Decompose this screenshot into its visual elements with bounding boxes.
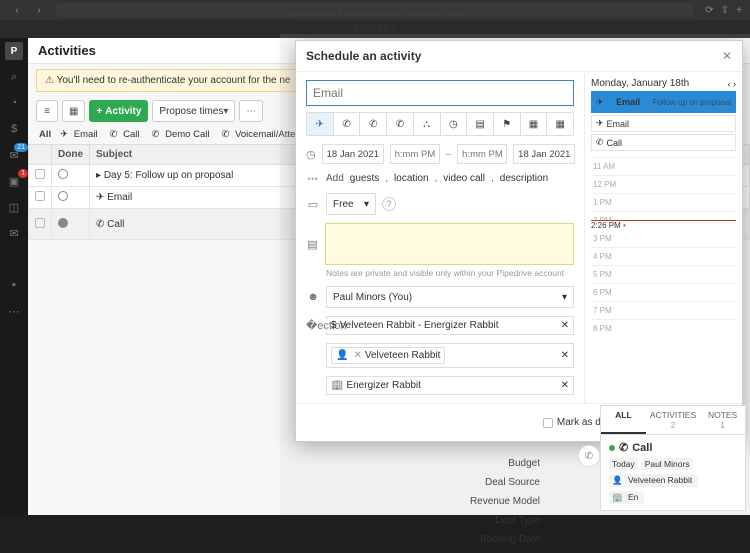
- stats-icon[interactable]: ▪: [5, 276, 23, 294]
- done-toggle[interactable]: [58, 218, 68, 228]
- remove-icon[interactable]: ✕: [561, 350, 569, 361]
- more-icon[interactable]: ⋯: [5, 302, 23, 320]
- prev-day[interactable]: ‹: [727, 79, 730, 89]
- more-button[interactable]: ⋯: [239, 100, 263, 122]
- more-icon[interactable]: ⋯: [306, 172, 320, 185]
- checkbox[interactable]: [35, 191, 45, 201]
- calendar-icon[interactable]: ▣1: [5, 172, 23, 190]
- tab-all[interactable]: ALL: [601, 406, 646, 434]
- doc-icon: ▦: [547, 113, 573, 135]
- type-picker[interactable]: ✈✆✆✆⛬◷▤⚑▦▦: [306, 112, 574, 136]
- filter-email[interactable]: ✈ Email: [57, 128, 103, 141]
- schedule-activity-modal: Schedule an activity ✕ ✈✆✆✆⛬◷▤⚑▦▦ ◷ – ⋯ …: [295, 40, 743, 442]
- availability-icon: ▭: [306, 198, 320, 211]
- start-time[interactable]: [390, 144, 440, 164]
- notes-icon: ▤: [306, 238, 319, 251]
- add-description[interactable]: description: [500, 173, 548, 184]
- filter-all[interactable]: All: [36, 128, 54, 141]
- clock-icon: ◷: [441, 113, 468, 135]
- busy-select[interactable]: Free▾: [326, 193, 376, 215]
- mail-icon[interactable]: ✉: [5, 224, 23, 242]
- activity-button[interactable]: Activity: [89, 100, 148, 122]
- phone-icon: ✆: [387, 113, 414, 135]
- link-icon: �ection: [306, 319, 320, 332]
- clipboard-icon: ▤: [467, 113, 494, 135]
- mini-event[interactable]: ✈Email: [591, 115, 736, 132]
- detail-title: ✆ Call: [609, 441, 737, 454]
- browser-tab[interactable]: Activities: [353, 24, 397, 35]
- linked-person[interactable]: 👤 ✕ Velveteen Rabbit ✕: [326, 343, 574, 368]
- checkbox[interactable]: [35, 169, 45, 179]
- linked-deal[interactable]: $Velveteen Rabbit - Energizer Rabbit ✕: [326, 316, 574, 335]
- add-video[interactable]: video call: [443, 173, 485, 184]
- activity-detail-panel: ALL ACTIVITIES 2 NOTES 1 ✆ Call Today Pa…: [600, 405, 746, 511]
- share-icon[interactable]: ⇪: [721, 5, 729, 16]
- mini-event[interactable]: ✈EmailFollow up on proposal: [591, 91, 736, 113]
- subject-input[interactable]: [306, 80, 574, 106]
- notes-input[interactable]: [325, 223, 574, 265]
- help-icon[interactable]: ?: [382, 197, 396, 211]
- back-icon[interactable]: ‹: [8, 3, 26, 17]
- add-icon[interactable]: +: [736, 5, 742, 16]
- search-icon[interactable]: ⌕: [5, 68, 23, 86]
- done-toggle[interactable]: [58, 169, 68, 179]
- phone-icon: ✆: [334, 113, 361, 135]
- propose-button[interactable]: Propose times ▾: [152, 100, 235, 122]
- now-line: 2:26 PM •: [591, 220, 736, 230]
- person-icon: ☻: [306, 291, 320, 303]
- phone-icon: ✆: [360, 113, 387, 135]
- remove-icon[interactable]: ✕: [561, 320, 569, 331]
- logo[interactable]: P: [5, 42, 23, 60]
- send-icon: ✈: [307, 113, 334, 135]
- end-time[interactable]: [457, 144, 507, 164]
- end-date[interactable]: [513, 144, 575, 164]
- done-toggle[interactable]: [58, 191, 68, 201]
- mini-timeline: 11 AM 12 PM 1 PM 2 PM 2:26 PM • 3 PM 4 P…: [591, 157, 736, 337]
- filter-demo[interactable]: ✆ Demo Call: [149, 128, 216, 141]
- notes-hint: Notes are private and visible only withi…: [326, 268, 574, 278]
- contacts-icon[interactable]: ◫: [5, 198, 23, 216]
- add-location[interactable]: location: [394, 173, 428, 184]
- people-icon: ⛬: [414, 113, 441, 135]
- linked-org[interactable]: 🏢 Energizer Rabbit ✕: [326, 376, 574, 395]
- filter-call[interactable]: ✆ Call: [107, 128, 146, 141]
- list-view-button[interactable]: ≡: [36, 100, 58, 122]
- bell-icon[interactable]: ◔: [5, 94, 23, 112]
- tab-activities[interactable]: ACTIVITIES 2: [646, 406, 700, 434]
- add-guests[interactable]: guests: [350, 173, 379, 184]
- fwd-icon[interactable]: ›: [30, 3, 48, 17]
- clock-icon: ◷: [306, 148, 316, 161]
- next-day[interactable]: ›: [733, 79, 736, 89]
- mini-event[interactable]: ✆Call: [591, 134, 736, 151]
- start-date[interactable]: [322, 144, 384, 164]
- cal-view-button[interactable]: ▦: [62, 100, 85, 122]
- url-bar: partnerdemo-paulminorscom.pipedrive.com: [56, 3, 693, 17]
- inbox-icon[interactable]: ✉21: [5, 146, 23, 164]
- doc-icon: ▦: [521, 113, 548, 135]
- tab-notes[interactable]: NOTES 1: [700, 406, 745, 434]
- dollar-icon[interactable]: $: [5, 120, 23, 138]
- close-icon[interactable]: ✕: [722, 49, 732, 63]
- mini-day: Monday, January 18th: [591, 78, 689, 89]
- modal-title: Schedule an activity: [306, 49, 421, 63]
- flag-icon: ⚑: [494, 113, 521, 135]
- call-fab[interactable]: ✆: [578, 445, 600, 467]
- owner-select[interactable]: Paul Minors (You)▾: [326, 286, 574, 308]
- remove-icon[interactable]: ✕: [561, 380, 569, 391]
- reload-icon[interactable]: ⟳: [705, 5, 713, 16]
- checkbox[interactable]: [35, 218, 45, 228]
